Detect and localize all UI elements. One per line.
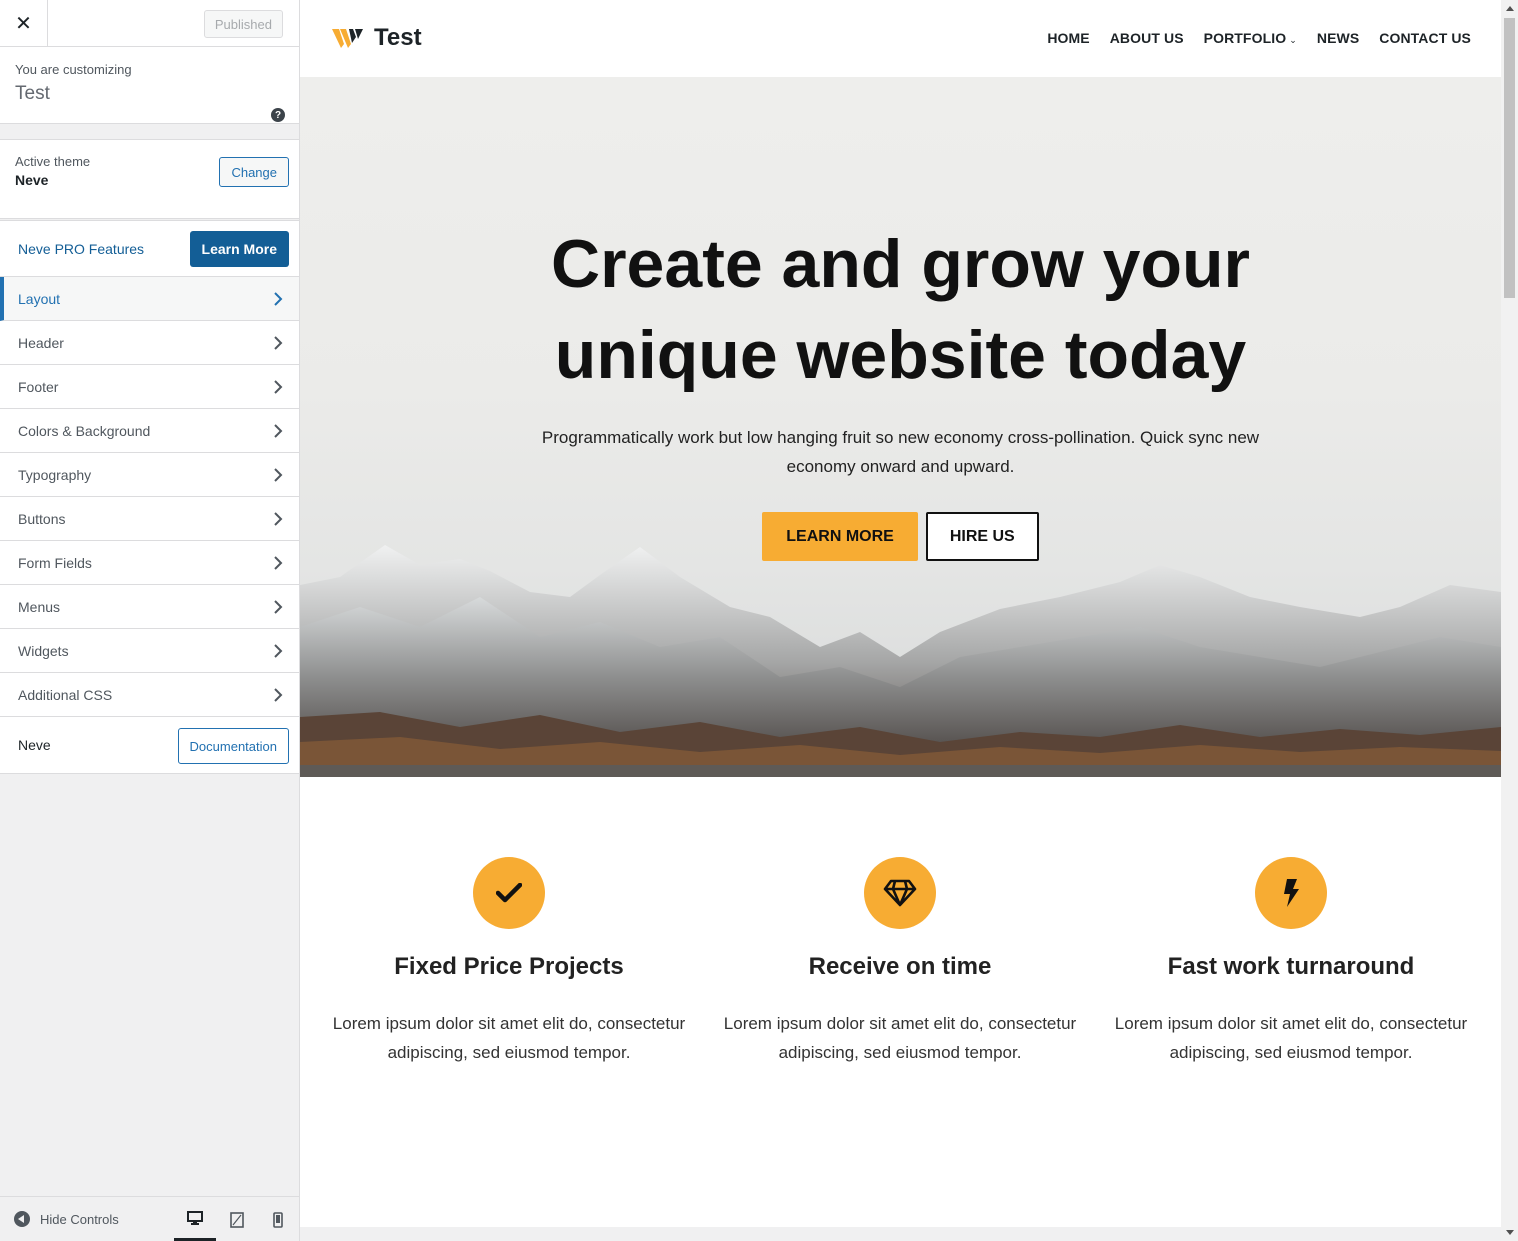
lightning-icon <box>1255 857 1327 929</box>
sidebar-item-label: Buttons <box>18 510 66 527</box>
neve-docs-panel: Neve Documentation <box>0 717 299 774</box>
mountain-background-image <box>300 545 1501 777</box>
sidebar-item-label: Additional CSS <box>18 686 113 703</box>
sidebar-item-label: Layout <box>18 290 61 307</box>
feature-text: Lorem ipsum dolor sit amet elit do, cons… <box>332 1014 686 1062</box>
chevron-right-icon <box>274 511 283 526</box>
tablet-preview-icon[interactable] <box>216 1197 258 1241</box>
primary-nav: HOME ABOUT US PORTFOLIO ⌄ NEWS CONTACT US <box>1047 30 1471 46</box>
sidebar-item-header[interactable]: Header <box>0 321 299 365</box>
hero-buttons: LEARN MORE HIRE US <box>300 512 1501 561</box>
feature-text: Lorem ipsum dolor sit amet elit do, cons… <box>723 1014 1077 1062</box>
change-theme-button[interactable]: Change <box>219 157 289 187</box>
feature-title: Fixed Price Projects <box>394 953 624 980</box>
nav-about-us[interactable]: ABOUT US <box>1110 30 1184 46</box>
sidebar-item-buttons[interactable]: Buttons <box>0 497 299 541</box>
site-name: Test <box>15 83 50 104</box>
chevron-right-icon <box>274 643 283 658</box>
nav-news[interactable]: NEWS <box>1317 30 1359 46</box>
documentation-button[interactable]: Documentation <box>177 728 289 764</box>
scroll-down-icon[interactable] <box>1506 1230 1514 1235</box>
hero-text: Programmatically work but low hanging fr… <box>541 428 1260 476</box>
sidebar-item-label: Colors & Background <box>18 422 151 439</box>
customizer-menu: Layout Header Footer Colors & Background… <box>0 277 299 717</box>
hide-controls-button[interactable]: Hide Controls <box>14 1211 119 1227</box>
site-header: Test HOME ABOUT US PORTFOLIO ⌄ NEWS CONTA… <box>300 0 1501 77</box>
nav-portfolio[interactable]: PORTFOLIO ⌄ <box>1204 30 1297 46</box>
learn-more-button[interactable]: LEARN MORE <box>762 512 918 561</box>
sidebar-item-label: Typography <box>18 466 92 483</box>
nav-home[interactable]: HOME <box>1047 30 1089 46</box>
chevron-right-icon <box>274 555 283 570</box>
sidebar-item-menus[interactable]: Menus <box>0 585 299 629</box>
sidebar-item-layout[interactable]: Layout <box>0 277 299 321</box>
feature-card: Fast work turnaround Lorem ipsum dolor s… <box>1096 857 1486 1067</box>
logo-icon <box>332 29 363 48</box>
chevron-right-icon <box>274 687 283 702</box>
help-icon[interactable]: ? <box>271 108 285 122</box>
scroll-thumb[interactable] <box>1504 18 1515 298</box>
sidebar-item-widgets[interactable]: Widgets <box>0 629 299 673</box>
active-theme-panel: Active theme Neve Change <box>0 139 299 219</box>
customizer-sidebar: ✕ Published You are customizing Test ? A… <box>0 0 300 1241</box>
chevron-right-icon <box>274 335 283 350</box>
customizer-header: ✕ Published <box>0 0 299 47</box>
neve-label: Neve <box>18 737 51 753</box>
sidebar-item-typography[interactable]: Typography <box>0 453 299 497</box>
sidebar-item-colors-background[interactable]: Colors & Background <box>0 409 299 453</box>
feature-card: Fixed Price Projects Lorem ipsum dolor s… <box>314 857 704 1067</box>
sidebar-item-label: Header <box>18 334 64 351</box>
hide-controls-label: Hide Controls <box>40 1211 119 1227</box>
chevron-right-icon <box>274 291 283 306</box>
hero-heading-line-2: unique website today <box>554 317 1247 393</box>
diamond-icon <box>864 857 936 929</box>
feature-card: Receive on time Lorem ipsum dolor sit am… <box>705 857 1095 1067</box>
chevron-right-icon <box>274 423 283 438</box>
nav-contact-us[interactable]: CONTACT US <box>1379 30 1471 46</box>
sidebar-item-label: Footer <box>18 378 59 395</box>
chevron-right-icon <box>274 599 283 614</box>
preview-scrollbar[interactable] <box>1501 0 1518 1241</box>
hero-heading-line-1: Create and grow your <box>550 226 1251 302</box>
neve-pro-label: Neve PRO Features <box>18 240 145 257</box>
site-preview: Test HOME ABOUT US PORTFOLIO ⌄ NEWS CONTA… <box>300 0 1501 1241</box>
feature-title: Receive on time <box>808 953 992 980</box>
feature-text: Lorem ipsum dolor sit amet elit do, cons… <box>1114 1014 1468 1062</box>
checkmark-icon <box>473 857 545 929</box>
hero-section: Create and grow your unique website toda… <box>300 77 1501 777</box>
sidebar-item-label: Form Fields <box>18 554 92 571</box>
feature-title: Fast work turnaround <box>1167 953 1415 980</box>
customizing-info: You are customizing Test ? <box>0 47 299 124</box>
site-logo[interactable]: Test <box>332 24 422 52</box>
preview-bottom-edge <box>300 1227 1501 1241</box>
sidebar-item-form-fields[interactable]: Form Fields <box>0 541 299 585</box>
learn-more-button[interactable]: Learn More <box>189 231 289 267</box>
hire-us-button[interactable]: HIRE US <box>925 512 1039 561</box>
scroll-up-icon[interactable] <box>1506 6 1514 11</box>
customizing-label: You are customizing <box>15 62 132 77</box>
close-icon[interactable]: ✕ <box>0 0 48 46</box>
sidebar-item-label: Widgets <box>18 642 69 659</box>
sidebar-item-additional-css[interactable]: Additional CSS <box>0 673 299 717</box>
desktop-preview-icon[interactable] <box>174 1197 216 1241</box>
chevron-right-icon <box>274 379 283 394</box>
nav-portfolio-label: PORTFOLIO <box>1203 30 1287 46</box>
customizer-footer: Hide Controls <box>0 1196 299 1241</box>
published-button[interactable]: Published <box>203 10 283 38</box>
chevron-down-icon: ⌄ <box>1289 35 1297 45</box>
sidebar-item-label: Menus <box>18 598 61 615</box>
mobile-preview-icon[interactable] <box>257 1197 299 1241</box>
collapse-arrow-icon <box>14 1211 30 1227</box>
sidebar-item-footer[interactable]: Footer <box>0 365 299 409</box>
hero-heading: Create and grow your unique website toda… <box>300 219 1501 401</box>
neve-pro-panel: Neve PRO Features Learn More <box>0 220 299 277</box>
features-section: Fixed Price Projects Lorem ipsum dolor s… <box>300 777 1501 1227</box>
chevron-right-icon <box>274 467 283 482</box>
site-title: Test <box>374 24 422 51</box>
